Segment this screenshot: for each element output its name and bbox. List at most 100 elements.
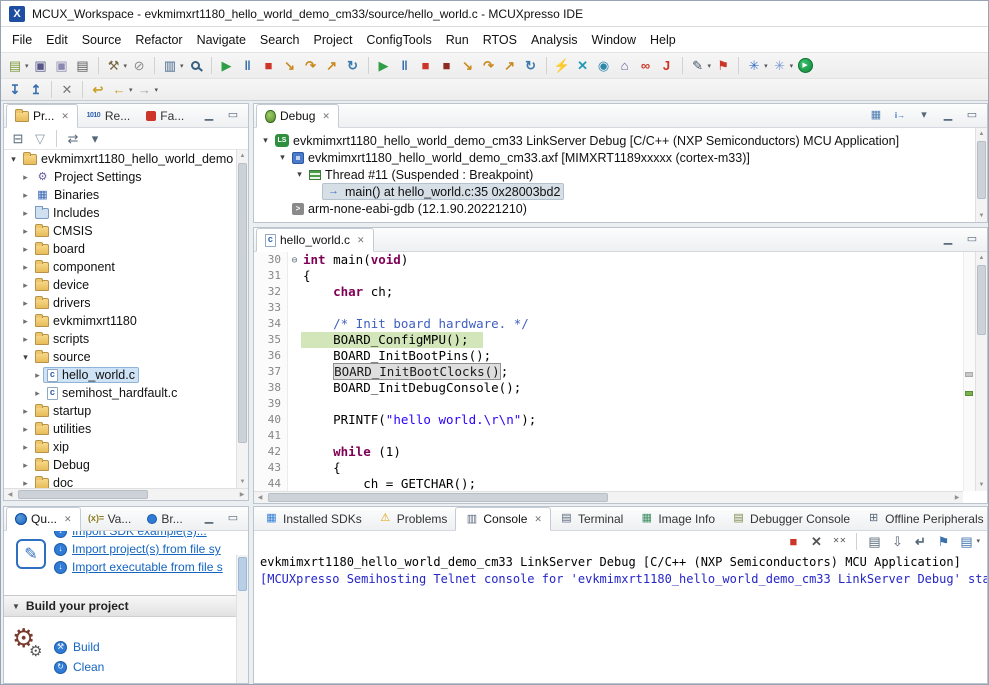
forward-button[interactable]: →▾ <box>135 80 160 100</box>
menu-analysis[interactable]: Analysis <box>524 29 585 51</box>
last-edit-button[interactable]: ↩ <box>88 80 108 100</box>
minimize-button[interactable]: ▁ <box>938 106 958 126</box>
minimize-button[interactable]: ▁ <box>199 509 219 529</box>
code-text[interactable]: PRINTF("hello world.\r\n"); <box>301 412 536 428</box>
maximize-button[interactable]: ▭ <box>962 230 982 250</box>
project-item-board[interactable]: ▸board <box>4 240 236 258</box>
dropdown-arrow-icon[interactable]: ▾ <box>180 62 184 70</box>
collapsed-arrow-icon[interactable]: ▸ <box>20 208 31 219</box>
line-number[interactable]: 33 <box>254 300 288 316</box>
home-button[interactable]: ⌂ <box>615 56 635 76</box>
project-item-source[interactable]: ▾source <box>4 348 236 366</box>
collapse-all-button[interactable]: ⊟ <box>8 129 28 149</box>
build-section-header[interactable]: ▼ Build your project <box>4 595 248 617</box>
pencil-button[interactable]: ✎▾ <box>688 56 713 76</box>
pin-up-button[interactable]: ↥ <box>26 80 46 100</box>
scrollbar-thumb[interactable] <box>977 265 986 335</box>
step-return-button[interactable]: ↗ <box>322 56 342 76</box>
line-number[interactable]: 35 <box>254 332 288 348</box>
close-editor-button[interactable]: ✕ <box>57 80 77 100</box>
scrollbar-thumb[interactable] <box>18 490 148 499</box>
menu-navigate[interactable]: Navigate <box>190 29 253 51</box>
menu-window[interactable]: Window <box>585 29 643 51</box>
close-tab-icon[interactable]: ✕ <box>534 514 542 525</box>
quickstart-action-build[interactable]: ⚒Build <box>54 637 235 657</box>
menu-source[interactable]: Source <box>75 29 129 51</box>
suspend-button[interactable]: ‖ <box>238 56 258 76</box>
project-item-evkmimxrt1180-hello-world-demo[interactable]: ▾evkmimxrt1180_hello_world_demo <box>4 150 236 168</box>
debug-node-gdb[interactable]: >arm-none-eabi-gdb (12.1.90.20221210) <box>254 200 975 217</box>
dropdown-arrow-icon[interactable]: ▾ <box>155 86 159 94</box>
restart-button[interactable]: ↻ <box>343 56 363 76</box>
code-text[interactable]: ch = GETCHAR(); <box>301 476 476 491</box>
project-item-doc[interactable]: ▸doc <box>4 474 236 488</box>
quickstart-link-import-sdk-example-s[interactable]: ↓Import SDK example(s)... <box>54 531 235 540</box>
menu-edit[interactable]: Edit <box>39 29 75 51</box>
debug-vertical-scrollbar[interactable]: ▲ ▼ <box>975 128 987 222</box>
close-tab-icon[interactable]: ✕ <box>322 111 330 122</box>
overview-mark[interactable] <box>965 372 973 377</box>
view-menu-button[interactable]: ▾ <box>85 129 105 149</box>
code-text[interactable]: BOARD_InitDebugConsole(); <box>301 380 521 396</box>
open-console-button[interactable]: ▥▾ <box>160 56 185 76</box>
dropdown-arrow-icon[interactable]: ▾ <box>129 86 133 94</box>
scrollbar-thumb[interactable] <box>238 557 247 591</box>
jlink-button[interactable]: J <box>657 56 677 76</box>
dropdown-arrow-icon[interactable]: ▾ <box>790 62 794 70</box>
line-number[interactable]: 42 <box>254 444 288 460</box>
configtools-button[interactable]: ✕ <box>573 56 593 76</box>
scroll-up-icon[interactable]: ▲ <box>237 150 248 162</box>
maximize-button[interactable]: ▭ <box>962 106 982 126</box>
terminate-all-button[interactable]: ■ <box>437 56 457 76</box>
save-all-button[interactable]: ▣ <box>52 56 72 76</box>
project-item-xip[interactable]: ▸xip <box>4 438 236 456</box>
globe-button[interactable]: ◉ <box>594 56 614 76</box>
line-number[interactable]: 41 <box>254 428 288 444</box>
collapsed-arrow-icon[interactable]: ▸ <box>32 388 43 399</box>
scroll-up-icon[interactable]: ▲ <box>976 252 987 264</box>
debug-node-thread[interactable]: ▾Thread #11 (Suspended : Breakpoint) <box>254 166 975 183</box>
tab-image-info[interactable]: ▦Image Info <box>631 507 723 531</box>
scroll-up-icon[interactable]: ▲ <box>976 128 987 140</box>
code-text[interactable]: char ch; <box>301 284 393 300</box>
dropdown-arrow-icon[interactable]: ▾ <box>976 537 980 545</box>
collapsed-arrow-icon[interactable]: ▸ <box>32 370 43 381</box>
line-number[interactable]: 43 <box>254 460 288 476</box>
line-number[interactable]: 38 <box>254 380 288 396</box>
scrollbar-thumb[interactable] <box>268 493 608 502</box>
step-return-button[interactable]: ↗ <box>500 56 520 76</box>
code-text[interactable]: while (1) <box>301 444 401 460</box>
expanded-arrow-icon[interactable]: ▾ <box>260 135 271 146</box>
expanded-arrow-icon[interactable]: ▾ <box>8 154 19 165</box>
scroll-down-icon[interactable]: ▼ <box>976 210 987 222</box>
scroll-down-icon[interactable]: ▼ <box>237 476 248 488</box>
filter-button[interactable]: ▽ <box>30 129 50 149</box>
collapsed-arrow-icon[interactable]: ▸ <box>20 226 31 237</box>
pin-console-button[interactable]: ⚑ <box>933 531 953 551</box>
project-item-scripts[interactable]: ▸scripts <box>4 330 236 348</box>
show-paths-button[interactable]: i→ <box>890 106 910 126</box>
menu-file[interactable]: File <box>5 29 39 51</box>
menu-run[interactable]: Run <box>439 29 476 51</box>
flash-button[interactable]: ⚡ <box>552 56 572 76</box>
scroll-right-icon[interactable]: ▶ <box>236 489 248 500</box>
editor-horizontal-scrollbar[interactable]: ◀ ▶ <box>254 491 963 503</box>
link-button[interactable]: ∞ <box>636 56 656 76</box>
menu-rtos[interactable]: RTOS <box>476 29 524 51</box>
scroll-left-icon[interactable]: ◀ <box>4 489 16 500</box>
dropdown-arrow-icon[interactable]: ▾ <box>764 62 768 70</box>
project-item-project-settings[interactable]: ▸⚙Project Settings <box>4 168 236 186</box>
tab-quickstart[interactable]: Qu...✕ <box>6 507 81 531</box>
debug-node-executable[interactable]: ▾evkmimxrt1180_hello_world_demo_cm33.axf… <box>254 149 975 166</box>
scroll-right-icon[interactable]: ▶ <box>951 492 963 503</box>
flag-button[interactable]: ⚑ <box>713 56 733 76</box>
tab-offline-peripherals[interactable]: ⊞Offline Peripherals <box>858 507 989 531</box>
code-text[interactable] <box>301 428 303 444</box>
tab-faults[interactable]: Fa... <box>138 104 192 128</box>
remove-launch-button[interactable]: ✕ <box>806 531 826 551</box>
minimize-button[interactable]: ▁ <box>199 106 219 126</box>
terminate-button[interactable]: ■ <box>416 56 436 76</box>
remove-all-launches-button[interactable]: ✕✕ <box>829 531 849 551</box>
terminate-console-button[interactable]: ■ <box>783 531 803 551</box>
menu-search[interactable]: Search <box>253 29 307 51</box>
